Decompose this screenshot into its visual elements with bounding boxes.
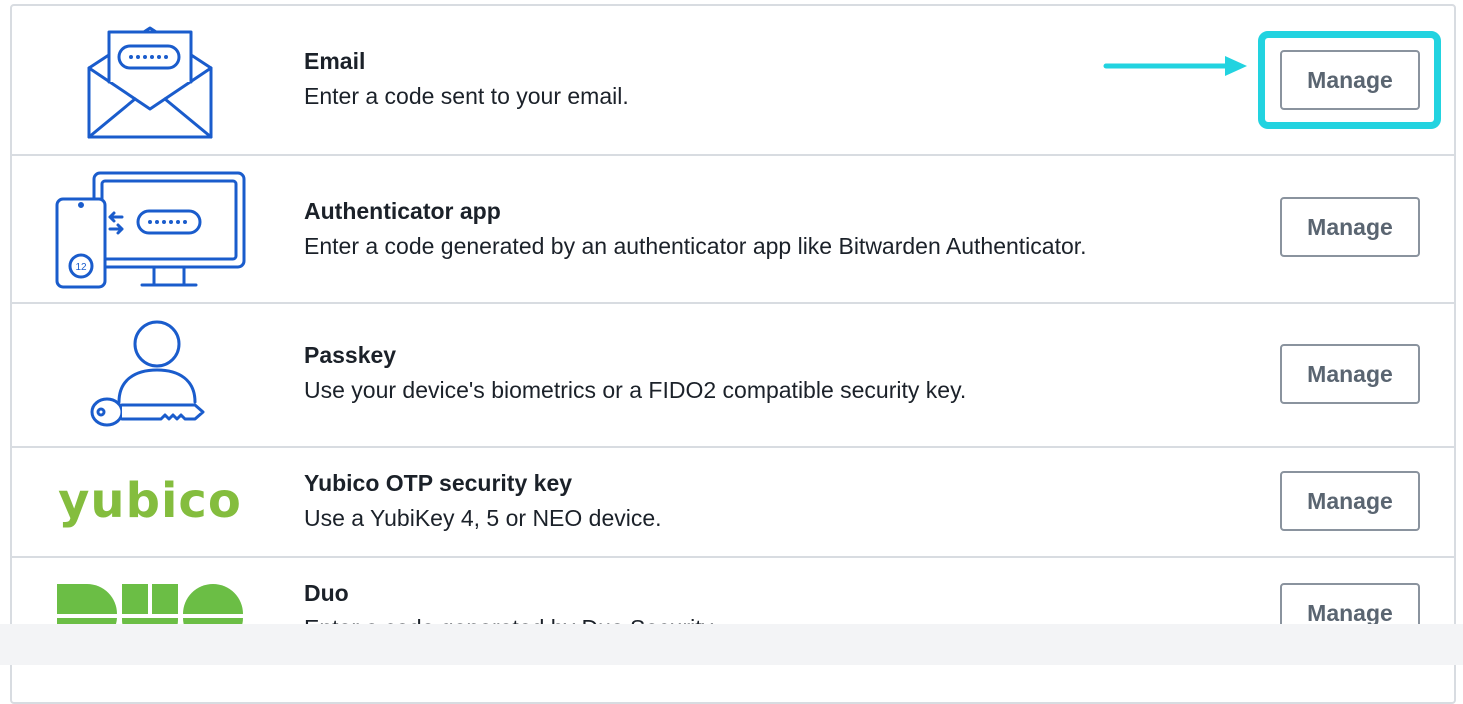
- method-description: Use your device's biometrics or a FIDO2 …: [304, 377, 967, 403]
- method-row-passkey: Passkey Use your device's biometrics or …: [10, 302, 1456, 448]
- method-title: Authenticator app: [304, 198, 501, 224]
- yubico-logo: yubico: [50, 446, 250, 556]
- method-text-authenticator: Authenticator app Enter a code generated…: [304, 196, 1087, 262]
- method-title: Duo: [304, 580, 349, 606]
- manage-yubico-button[interactable]: Manage: [1280, 471, 1420, 531]
- passkey-icon: [50, 302, 250, 446]
- method-row-email: Email Enter a code sent to your email. M…: [10, 4, 1456, 156]
- method-description: Enter a code generated by an authenticat…: [304, 233, 1087, 259]
- manage-passkey-button[interactable]: Manage: [1280, 344, 1420, 404]
- method-text-passkey: Passkey Use your device's biometrics or …: [304, 340, 966, 406]
- yubico-logo-text: yubico: [58, 473, 242, 529]
- method-description: Enter a code sent to your email.: [304, 83, 629, 109]
- authenticator-app-icon: 12: [50, 156, 250, 302]
- method-text-yubico: Yubico OTP security key Use a YubiKey 4,…: [304, 468, 662, 534]
- method-row-yubico: yubico Yubico OTP security key Use a Yub…: [10, 446, 1456, 558]
- email-icon: [50, 4, 250, 154]
- svg-text:12: 12: [75, 262, 87, 273]
- method-title: Yubico OTP security key: [304, 470, 573, 496]
- annotation-arrow-icon: [1103, 56, 1247, 76]
- bottom-shade: [0, 624, 1463, 665]
- method-title: Email: [304, 48, 366, 74]
- annotation-highlight-box: [1258, 31, 1441, 129]
- manage-authenticator-button[interactable]: Manage: [1280, 197, 1420, 257]
- method-description: Use a YubiKey 4, 5 or NEO device.: [304, 505, 662, 531]
- method-text-email: Email Enter a code sent to your email.: [304, 46, 629, 112]
- method-row-authenticator: 12 Authenticator app Enter a code genera…: [10, 156, 1456, 304]
- method-title: Passkey: [304, 342, 397, 368]
